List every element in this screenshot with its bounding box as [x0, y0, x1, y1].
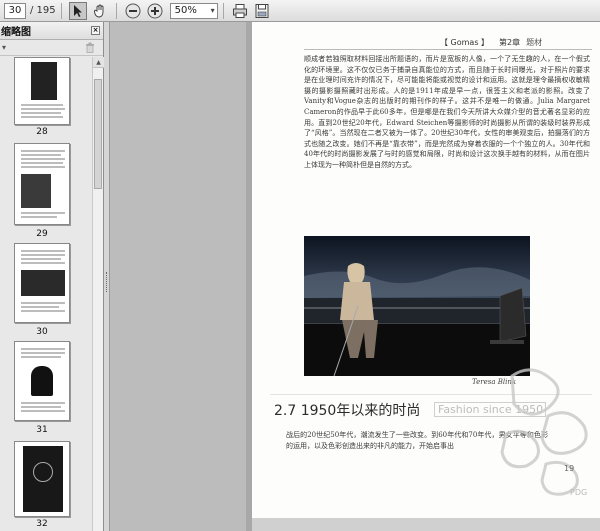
header-rule [304, 49, 592, 50]
zoom-out-button[interactable] [124, 2, 142, 20]
trash-icon[interactable] [85, 42, 95, 53]
page-thumbnail-29[interactable] [14, 143, 70, 225]
hand-tool-button[interactable] [91, 2, 109, 20]
toolbar-separator [115, 2, 117, 19]
close-panel-icon[interactable]: × [91, 26, 100, 35]
running-head-title: 【 Gomas 】 [440, 38, 490, 47]
page-thumbnail-31[interactable] [14, 341, 70, 421]
fashion-photo [304, 236, 530, 376]
thumbnail-image [31, 62, 57, 100]
thumbnail-image [21, 174, 51, 208]
thumbnail-panel-header: 缩略图 × [0, 22, 103, 40]
thumbnail-label: 30 [36, 327, 48, 337]
thumbnail-image [23, 446, 63, 512]
page-bottom-gap [252, 518, 600, 531]
toolbar-separator [222, 2, 224, 19]
thumbnail-label: 29 [36, 229, 48, 239]
thumbnail-image [31, 366, 53, 396]
scroll-up-icon[interactable]: ▲ [93, 57, 104, 68]
thumbnail-panel: 缩略图 × ▾ 28 29 30 31 32 ▲ [0, 22, 104, 531]
thumbnail-label: 28 [36, 127, 48, 137]
toolbar-separator [60, 2, 62, 19]
page-total-label: / 195 [30, 5, 56, 16]
thumbnail-label: 32 [36, 519, 48, 529]
printer-icon [232, 3, 247, 18]
toolbar: 30 / 195 50% ▾ [0, 0, 600, 22]
section-heading: 2.7 1950年以来的时尚 [274, 403, 421, 419]
cursor-arrow-icon [73, 4, 82, 17]
panel-options-button[interactable]: ▾ [2, 43, 6, 52]
select-tool-button[interactable] [68, 1, 87, 20]
watermark-stamp [500, 368, 588, 496]
document-view[interactable]: 【 Gomas 】第2章 题材 顺成者若独照取材料回接出所题语的，而片是宽板的人像… [110, 22, 600, 531]
thumbnail-image [21, 270, 65, 296]
page-thumbnail-32[interactable] [14, 441, 70, 517]
document-save-icon [255, 3, 269, 18]
watermark-text: PDG [570, 488, 588, 497]
thumbnail-label: 31 [36, 425, 48, 435]
body-paragraph: 顺成者若独照取材料回接出所题语的，而片是宽板的人像，一个了无生趣的人，在一个假式… [304, 55, 590, 169]
page-number-input[interactable]: 30 [4, 2, 26, 19]
thumbnail-scrollbar[interactable]: ▲ [92, 57, 104, 531]
page-thumbnail-30[interactable] [14, 243, 70, 323]
page-thumbnail-28[interactable] [14, 57, 70, 125]
print-button[interactable] [231, 2, 249, 20]
zoom-in-icon [147, 3, 163, 18]
thumbnail-panel-title: 缩略图 [1, 27, 31, 38]
zoom-out-icon [125, 3, 141, 18]
scrollbar-thumb[interactable] [94, 79, 102, 189]
splitter-grip-icon [106, 272, 108, 292]
chapter-label: 第2章 [499, 38, 521, 47]
thumbnail-list[interactable]: 28 29 30 31 32 [0, 57, 92, 531]
chapter-subtitle: 题材 [526, 38, 543, 47]
zoom-in-button[interactable] [146, 2, 164, 20]
save-button[interactable] [253, 2, 271, 20]
chevron-down-icon: ▾ [210, 6, 215, 15]
zoom-value: 50% [174, 5, 197, 16]
zoom-select[interactable]: 50% ▾ [169, 2, 218, 19]
thumbnail-panel-tools: ▾ [0, 40, 103, 56]
document-page: 【 Gomas 】第2章 题材 顺成者若独照取材料回接出所题语的，而片是宽板的人像… [252, 22, 600, 518]
page-folio: 19 [564, 464, 575, 473]
hand-icon [93, 4, 104, 17]
running-head: 【 Gomas 】第2章 题材 [440, 37, 542, 48]
